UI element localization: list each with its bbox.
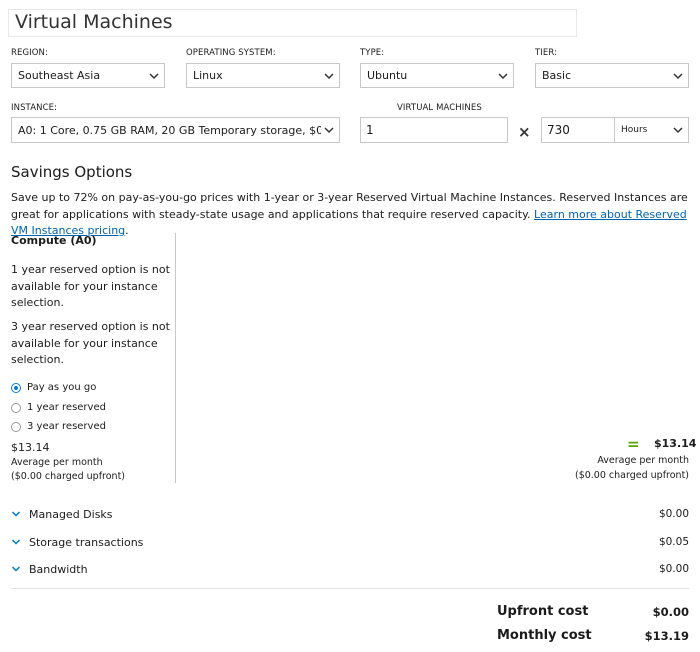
vm-count-value: 1 (366, 123, 374, 137)
compute-price: $13.14 (11, 441, 50, 454)
chevron-down-icon (324, 127, 334, 134)
radio-pay-as-you-go[interactable]: Pay as you go (11, 382, 96, 393)
chevron-down-icon (149, 72, 159, 79)
hours-unit-select[interactable]: Hours (614, 117, 689, 143)
type-select[interactable]: Ubuntu (360, 63, 514, 88)
os-select[interactable]: Linux (186, 63, 340, 88)
radio-label: 3 year reserved (27, 421, 106, 432)
region-label: REGION: (11, 48, 48, 58)
addon-value: $0.00 (658, 563, 689, 575)
addon-value: $0.00 (658, 508, 689, 520)
type-label: TYPE: (360, 48, 385, 58)
radio-3-year[interactable]: 3 year reserved (11, 421, 106, 432)
equals-icon: = (627, 435, 640, 453)
compute-total: $13.14 (654, 437, 697, 450)
hours-unit-value: Hours (621, 125, 648, 135)
compute-upfront-note: ($0.00 charged upfront) (11, 471, 126, 482)
page-title: Virtual Machines (15, 11, 173, 33)
tier-select[interactable]: Basic (535, 63, 689, 88)
chevron-down-icon[interactable] (11, 509, 21, 519)
addon-managed-disks[interactable]: Managed Disks $0.00 (11, 505, 689, 523)
chevron-down-icon (673, 127, 683, 134)
addon-storage-transactions[interactable]: Storage transactions $0.05 (11, 533, 689, 551)
chevron-down-icon (673, 72, 683, 79)
addon-value: $0.05 (658, 536, 689, 548)
hours-value: 730 (547, 123, 570, 137)
savings-description: Save up to 72% on pay-as-you-go prices w… (11, 190, 691, 240)
monthly-cost-value: $13.19 (644, 629, 689, 643)
os-label: OPERATING SYSTEM: (186, 48, 276, 58)
upfront-cost-label: Upfront cost (497, 604, 589, 619)
radio-selected-icon[interactable] (11, 382, 21, 393)
savings-title: Savings Options (11, 163, 133, 181)
instance-label: INSTANCE: (11, 103, 58, 113)
radio-icon[interactable] (11, 402, 21, 413)
addon-label: Storage transactions (29, 535, 144, 549)
upfront-cost-value: $0.00 (652, 605, 689, 619)
monthly-cost-label: Monthly cost (497, 628, 592, 643)
radio-label: 1 year reserved (27, 402, 106, 413)
radio-icon[interactable] (11, 421, 21, 432)
link-suffix: . (125, 224, 129, 237)
chevron-down-icon (498, 72, 508, 79)
radio-1-year[interactable]: 1 year reserved (11, 402, 106, 413)
type-value: Ubuntu (367, 69, 408, 82)
note-1-year: 1 year reserved option is not available … (11, 263, 170, 309)
radio-label: Pay as you go (27, 382, 97, 393)
addon-label: Bandwidth (29, 562, 88, 576)
addon-label: Managed Disks (29, 507, 113, 521)
vm-count-input[interactable]: 1 (360, 117, 508, 143)
compute-avg-label: Average per month (11, 457, 103, 468)
instance-select[interactable]: A0: 1 Core, 0.75 GB RAM, 20 GB Temporary… (11, 117, 340, 143)
note-3-year: 3 year reserved option is not available … (11, 320, 170, 366)
compute-title: Compute (A0) (11, 234, 97, 247)
multiply-icon: × (518, 123, 531, 141)
tier-value: Basic (542, 69, 572, 82)
chevron-down-icon[interactable] (11, 564, 21, 574)
divider (11, 588, 689, 589)
total-avg-label: Average per month (597, 455, 689, 466)
vm-count-label: VIRTUAL MACHINES (397, 103, 482, 113)
divider (175, 233, 176, 483)
addon-bandwidth[interactable]: Bandwidth $0.00 (11, 560, 689, 578)
region-value: Southeast Asia (18, 69, 101, 82)
instance-value: A0: 1 Core, 0.75 GB RAM, 20 GB Temporary… (18, 123, 321, 137)
hours-input[interactable]: 730 (541, 117, 615, 143)
os-value: Linux (193, 69, 223, 82)
tier-label: TIER: (535, 48, 558, 58)
chevron-down-icon[interactable] (11, 537, 21, 547)
region-select[interactable]: Southeast Asia (11, 63, 165, 88)
chevron-down-icon (324, 72, 334, 79)
total-upfront-note: ($0.00 charged upfront) (574, 470, 689, 481)
